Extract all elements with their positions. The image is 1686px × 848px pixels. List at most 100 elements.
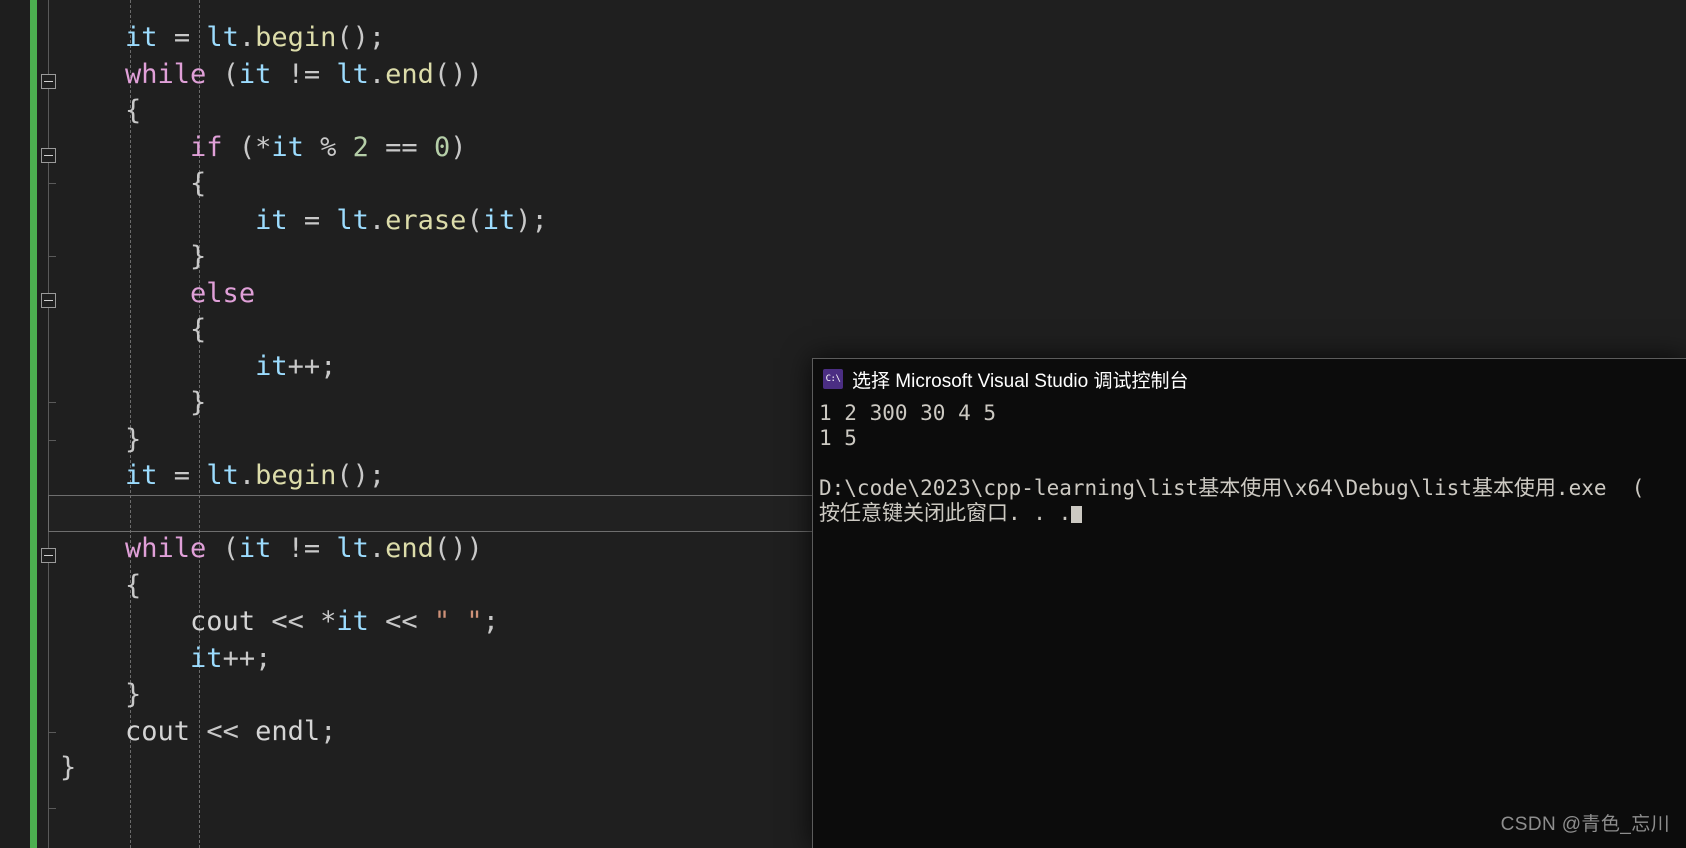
code-token: cout <box>125 715 191 747</box>
code-token: (); <box>336 460 386 491</box>
code-token: } <box>190 241 207 272</box>
code-token: 2 <box>352 131 369 163</box>
csdn-watermark: CSDN @青色_忘川 <box>1500 814 1670 835</box>
outline-end-tick <box>48 732 56 733</box>
code-token: ++; <box>287 350 337 382</box>
change-tracking-bar <box>30 0 37 848</box>
code-token: it <box>238 533 272 564</box>
code-token: } <box>125 423 142 455</box>
code-token: it <box>255 350 288 382</box>
code-token: . <box>368 58 386 90</box>
code-line[interactable]: it = lt.begin(); <box>60 20 1686 57</box>
code-line[interactable]: } <box>60 239 1686 276</box>
code-token: . <box>238 22 256 53</box>
code-token: it <box>255 204 288 236</box>
code-token: end <box>385 533 434 564</box>
code-token: = <box>157 460 207 491</box>
code-line[interactable]: if (*it % 2 == 0) <box>60 130 1686 167</box>
code-token: end <box>385 58 434 90</box>
code-token: = <box>173 22 191 53</box>
code-token: lt <box>206 460 239 491</box>
code-token: { <box>190 168 207 199</box>
code-token: else <box>190 277 256 309</box>
code-line[interactable]: { <box>60 312 1686 349</box>
code-token: if <box>190 131 223 163</box>
code-token: cout <box>190 606 256 637</box>
collapse-toggle-icon[interactable] <box>41 74 56 89</box>
code-token: begin <box>255 460 337 491</box>
outline-end-tick <box>48 440 56 441</box>
screen: it = lt.begin(); while (it != lt.end()) … <box>0 0 1686 848</box>
code-token: it <box>271 131 304 163</box>
console-line: 1 2 300 30 4 5 <box>819 401 997 425</box>
code-token: != <box>271 533 337 564</box>
code-token: { <box>125 95 142 126</box>
collapse-toggle-icon[interactable] <box>41 293 56 308</box>
code-token: (); <box>336 22 386 53</box>
code-token: ); <box>515 204 548 236</box>
outline-end-tick <box>48 808 56 809</box>
code-token: ( <box>206 58 239 90</box>
code-token: << <box>368 606 434 637</box>
code-token: } <box>60 752 77 783</box>
code-token: ( <box>466 204 483 236</box>
code-token: % <box>303 131 353 163</box>
console-app-icon: C:\ <box>823 369 843 389</box>
code-line[interactable]: while (it != lt.end()) <box>60 57 1686 94</box>
console-cursor <box>1071 506 1083 523</box>
code-token: lt <box>336 533 369 564</box>
outline-end-tick <box>48 402 56 403</box>
code-token: ++; <box>222 642 272 674</box>
code-token: } <box>190 387 207 418</box>
console-title-bar[interactable]: C:\ 选择 Microsoft Visual Studio 调试控制台 <box>813 359 1686 399</box>
code-token: begin <box>255 22 337 53</box>
console-line: 按任意键关闭此窗口. . . <box>819 501 1686 526</box>
code-token: ; <box>320 715 337 747</box>
code-token: << <box>190 715 256 747</box>
collapse-toggle-icon[interactable] <box>41 148 56 163</box>
code-line[interactable]: it = lt.erase(it); <box>60 203 1686 240</box>
code-token: while <box>125 533 207 564</box>
code-token: lt <box>336 58 369 90</box>
code-token: (* <box>222 131 272 163</box>
code-token: endl <box>255 715 321 747</box>
code-token: . <box>368 204 386 236</box>
code-token: lt <box>336 204 369 236</box>
code-token: == <box>368 131 434 163</box>
code-line[interactable]: else <box>60 276 1686 313</box>
code-line[interactable]: { <box>60 166 1686 203</box>
outline-end-tick <box>48 183 56 184</box>
code-line[interactable]: { <box>60 93 1686 130</box>
collapse-toggle-icon[interactable] <box>41 548 56 563</box>
code-token: ()) <box>433 58 483 90</box>
code-token: != <box>271 58 337 90</box>
code-token: * <box>320 606 337 637</box>
code-token: << <box>255 606 321 637</box>
code-token: erase <box>385 204 467 236</box>
code-token: . <box>238 460 256 491</box>
code-token: 0 <box>433 131 451 163</box>
debug-console-window[interactable]: C:\ 选择 Microsoft Visual Studio 调试控制台 1 2… <box>812 358 1686 848</box>
console-line: D:\code\2023\cpp-learning\list基本使用\x64\D… <box>819 476 1645 500</box>
code-token: ) <box>450 131 467 163</box>
outlining-line <box>48 0 49 848</box>
editor-gutter <box>0 0 30 848</box>
code-token: " " <box>433 606 483 637</box>
